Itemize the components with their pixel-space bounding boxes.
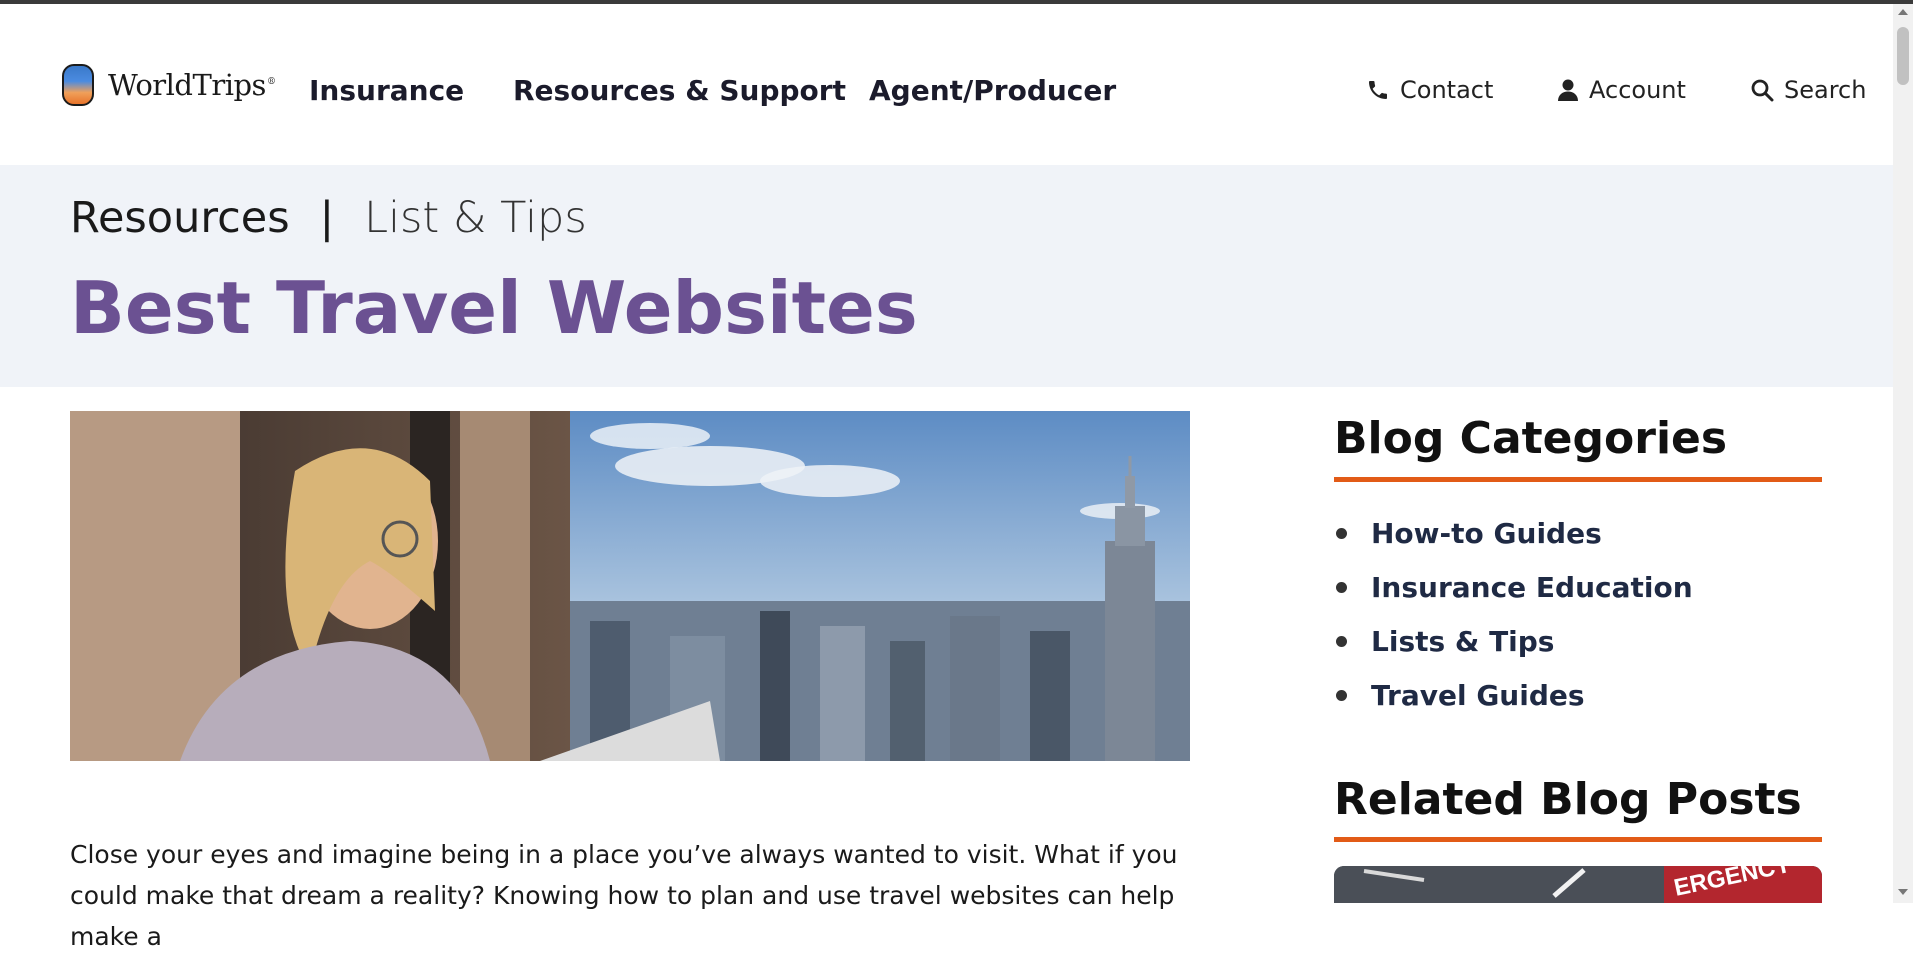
breadcrumb-current[interactable]: List & Tips [364, 193, 587, 243]
category-item[interactable]: Travel Guides [1334, 668, 1693, 722]
scroll-up-arrow-icon[interactable] [1898, 9, 1908, 15]
search-link[interactable]: Search [1750, 76, 1866, 104]
breadcrumb-resources[interactable]: Resources [70, 193, 290, 243]
bullet-icon [1336, 689, 1347, 701]
blog-categories-list: How-to Guides Insurance Education Lists … [1334, 506, 1693, 722]
heading-underline [1334, 837, 1822, 842]
bullet-icon [1336, 635, 1347, 647]
category-item[interactable]: Lists & Tips [1334, 614, 1693, 668]
nav-agent-producer[interactable]: Agent/Producer [869, 74, 1116, 107]
category-label: Insurance Education [1371, 570, 1693, 604]
heading-underline [1334, 477, 1822, 482]
related-post-image: ERGENCY [1334, 866, 1822, 903]
nav-insurance[interactable]: Insurance [309, 74, 464, 107]
page-scrollbar[interactable] [1893, 4, 1913, 903]
nav-resources-support[interactable]: Resources & Support [513, 74, 846, 107]
scrollbar-thumb[interactable] [1897, 27, 1909, 85]
contact-label: Contact [1400, 76, 1494, 104]
page-title: Best Travel Websites [70, 266, 918, 350]
search-label: Search [1784, 76, 1867, 104]
phone-icon [1369, 81, 1387, 99]
account-label: Account [1589, 76, 1686, 104]
category-label: Travel Guides [1371, 678, 1585, 712]
worldtrips-logo[interactable]: WorldTrips® [62, 64, 276, 106]
related-posts-heading: Related Blog Posts [1334, 774, 1802, 825]
category-item[interactable]: Insurance Education [1334, 560, 1693, 614]
hero-illustration [70, 411, 1190, 761]
breadcrumb-separator: | [319, 193, 335, 243]
breadcrumb: Resources | List & Tips [70, 193, 587, 243]
user-icon [1558, 79, 1578, 101]
account-link[interactable]: Account [1557, 76, 1686, 104]
logo-mark-icon [62, 64, 94, 106]
blog-categories-heading: Blog Categories [1334, 413, 1728, 464]
category-label: How-to Guides [1371, 516, 1602, 550]
category-item[interactable]: How-to Guides [1334, 506, 1693, 560]
bullet-icon [1336, 581, 1347, 593]
logo-text: WorldTrips® [108, 68, 276, 102]
bullet-icon [1336, 527, 1347, 539]
scroll-down-arrow-icon[interactable] [1898, 889, 1908, 895]
article-intro: Close your eyes and imagine being in a p… [70, 840, 1178, 951]
category-label: Lists & Tips [1371, 624, 1555, 658]
hero-image [70, 411, 1190, 761]
contact-link[interactable]: Contact [1366, 76, 1493, 104]
search-icon [1751, 79, 1774, 102]
related-post-thumbnail[interactable]: ERGENCY [1334, 866, 1822, 903]
site-header: WorldTrips® Insurance Resources & Suppor… [0, 4, 1893, 164]
